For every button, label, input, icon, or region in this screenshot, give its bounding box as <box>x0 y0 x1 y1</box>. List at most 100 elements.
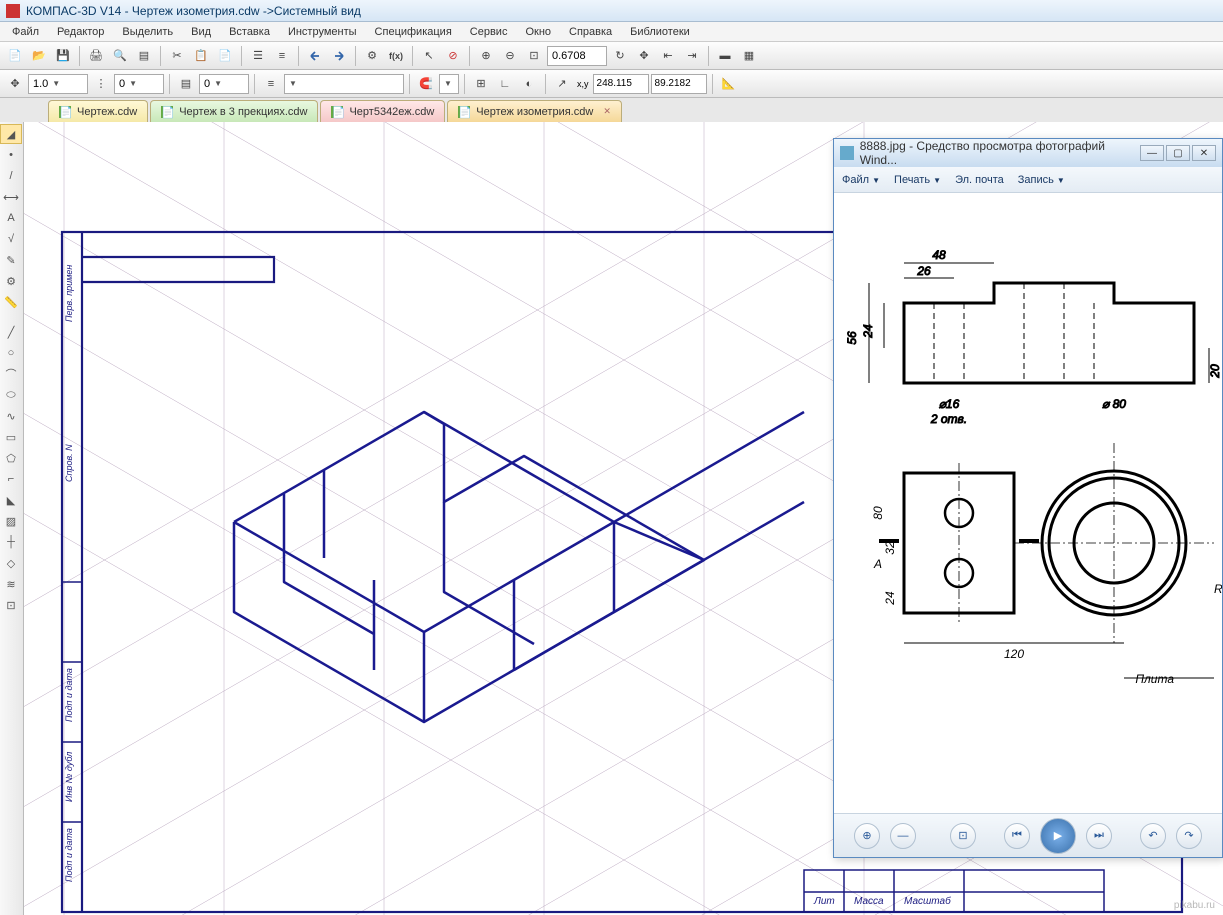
menu-help[interactable]: Справка <box>561 24 620 40</box>
zoom-out-icon[interactable]: — <box>890 823 916 849</box>
properties-button[interactable]: ☰ <box>247 45 269 67</box>
stop-button[interactable]: ⊘ <box>442 45 464 67</box>
tab-isometry[interactable]: 📄Чертеж изометрия.cdw✕ <box>447 100 622 122</box>
menu-select[interactable]: Выделить <box>114 24 181 40</box>
magnet-combo[interactable]: ▼ <box>439 74 459 94</box>
line-tool[interactable]: / <box>0 166 22 186</box>
open-button[interactable]: 📂 <box>28 45 50 67</box>
layers-button[interactable]: ▤ <box>175 73 197 95</box>
refresh-button[interactable]: ↻ <box>609 45 631 67</box>
contour-tool[interactable]: ◇ <box>0 553 22 573</box>
menu-libraries[interactable]: Библиотеки <box>622 24 698 40</box>
layer-combo[interactable]: 0▼ <box>199 74 249 94</box>
viewer-menu-file[interactable]: Файл ▼ <box>842 174 880 186</box>
preview-button[interactable]: 🔍 <box>109 45 131 67</box>
collect-tool[interactable]: ⊡ <box>0 595 22 615</box>
aux-tool[interactable]: ┼ <box>0 532 22 552</box>
edit-tool[interactable]: ✎ <box>0 250 22 270</box>
zoom-next-button[interactable]: ⇥ <box>681 45 703 67</box>
maximize-button[interactable]: ▢ <box>1166 145 1190 161</box>
segment-tool[interactable]: ╱ <box>0 322 22 342</box>
new-button[interactable]: 📄 <box>4 45 26 67</box>
zoom-in-button[interactable]: ⊕ <box>475 45 497 67</box>
paste-button[interactable]: 📄 <box>214 45 236 67</box>
zoom-fit-button[interactable]: ⊡ <box>523 45 545 67</box>
param-tool[interactable]: ⚙ <box>0 271 22 291</box>
fx-button[interactable]: f(x) <box>385 45 407 67</box>
tab-chertezh[interactable]: 📄Чертеж.cdw <box>48 100 148 122</box>
poly-tool[interactable]: ⬠ <box>0 448 22 468</box>
undo-button[interactable] <box>304 45 326 67</box>
vars-button[interactable]: ≡ <box>271 45 293 67</box>
zoom-prev-button[interactable]: ⇤ <box>657 45 679 67</box>
photo-viewer-window[interactable]: 8888.jpg - Средство просмотра фотографий… <box>833 138 1223 858</box>
cut-button[interactable]: ✂ <box>166 45 188 67</box>
next-icon[interactable]: ⏭ <box>1086 823 1112 849</box>
ortho-button[interactable]: ∟ <box>494 73 516 95</box>
menu-file[interactable]: Файл <box>4 24 47 40</box>
equid-tool[interactable]: ≋ <box>0 574 22 594</box>
spec-button[interactable]: ▤ <box>133 45 155 67</box>
viewer-menu-email[interactable]: Эл. почта <box>955 174 1004 186</box>
style-button[interactable]: ≡ <box>260 73 282 95</box>
step-button[interactable]: ⋮ <box>90 73 112 95</box>
round-button[interactable]: ◐ <box>518 73 540 95</box>
chamfer-tool[interactable]: ◣ <box>0 490 22 510</box>
arc-tool[interactable]: ⌒ <box>0 364 22 384</box>
coord-y[interactable] <box>651 74 707 94</box>
menu-tools[interactable]: Инструменты <box>280 24 365 40</box>
shade-button[interactable]: ▦ <box>738 45 760 67</box>
rough-tool[interactable]: √ <box>0 229 22 249</box>
close-button[interactable]: ✕ <box>1192 145 1216 161</box>
manage-button[interactable]: ⚙ <box>361 45 383 67</box>
point-tool[interactable]: • <box>0 145 22 165</box>
arrow-button[interactable]: ↖ <box>418 45 440 67</box>
slideshow-icon[interactable]: ▶ <box>1040 818 1076 854</box>
viewer-titlebar[interactable]: 8888.jpg - Средство просмотра фотографий… <box>834 139 1222 167</box>
local-cs-button[interactable]: ↗ <box>551 73 573 95</box>
menu-window[interactable]: Окно <box>517 24 559 40</box>
style-combo[interactable]: ▼ <box>284 74 404 94</box>
minimize-button[interactable]: — <box>1140 145 1164 161</box>
spline-tool[interactable]: ∿ <box>0 406 22 426</box>
measure-tool[interactable]: 📏 <box>0 292 22 312</box>
geom-tool[interactable]: ◢ <box>0 124 22 144</box>
menu-view[interactable]: Вид <box>183 24 219 40</box>
main-menubar[interactable]: Файл Редактор Выделить Вид Вставка Инстр… <box>0 22 1223 42</box>
zoom-out-button[interactable]: ⊖ <box>499 45 521 67</box>
text-tool[interactable]: A <box>0 208 22 228</box>
print-button[interactable]: 🖨 <box>85 45 107 67</box>
menu-insert[interactable]: Вставка <box>221 24 278 40</box>
ellipse-tool[interactable]: ⬭ <box>0 385 22 405</box>
zoom-input[interactable] <box>547 46 607 66</box>
tab-5342[interactable]: 📄Черт5342еж.cdw <box>320 100 445 122</box>
fit-icon[interactable]: ⊡ <box>950 823 976 849</box>
rotate-ccw-icon[interactable]: ↶ <box>1140 823 1166 849</box>
tab-3proj[interactable]: 📄Чертеж в 3 прекциях.cdw <box>150 100 318 122</box>
rect-tool[interactable]: ▭ <box>0 427 22 447</box>
grid-button[interactable]: ⊞ <box>470 73 492 95</box>
hatch-tool[interactable]: ▨ <box>0 511 22 531</box>
coord-x[interactable] <box>593 74 649 94</box>
close-tab-icon[interactable]: ✕ <box>603 106 611 117</box>
linetype-button[interactable]: ▬ <box>714 45 736 67</box>
menu-spec[interactable]: Спецификация <box>367 24 460 40</box>
linewidth-combo[interactable]: 1.0▼ <box>28 74 88 94</box>
snap-button[interactable]: ✥ <box>4 73 26 95</box>
viewer-menu-print[interactable]: Печать ▼ <box>894 174 941 186</box>
zoom-in-icon[interactable]: ⊕ <box>854 823 880 849</box>
redo-button[interactable] <box>328 45 350 67</box>
circle-tool[interactable]: ○ <box>0 343 22 363</box>
copy-button[interactable]: 📋 <box>190 45 212 67</box>
rotate-cw-icon[interactable]: ↷ <box>1176 823 1202 849</box>
menu-editor[interactable]: Редактор <box>49 24 112 40</box>
menu-service[interactable]: Сервис <box>462 24 516 40</box>
prev-icon[interactable]: ⏮ <box>1004 823 1030 849</box>
save-button[interactable]: 💾 <box>52 45 74 67</box>
dim-tool[interactable]: ⟷ <box>0 187 22 207</box>
fillet-tool[interactable]: ⌐ <box>0 469 22 489</box>
step-combo[interactable]: 0▼ <box>114 74 164 94</box>
move-button[interactable]: ✥ <box>633 45 655 67</box>
measure-button[interactable]: 📐 <box>718 73 740 95</box>
magnet-button[interactable]: 🧲 <box>415 73 437 95</box>
